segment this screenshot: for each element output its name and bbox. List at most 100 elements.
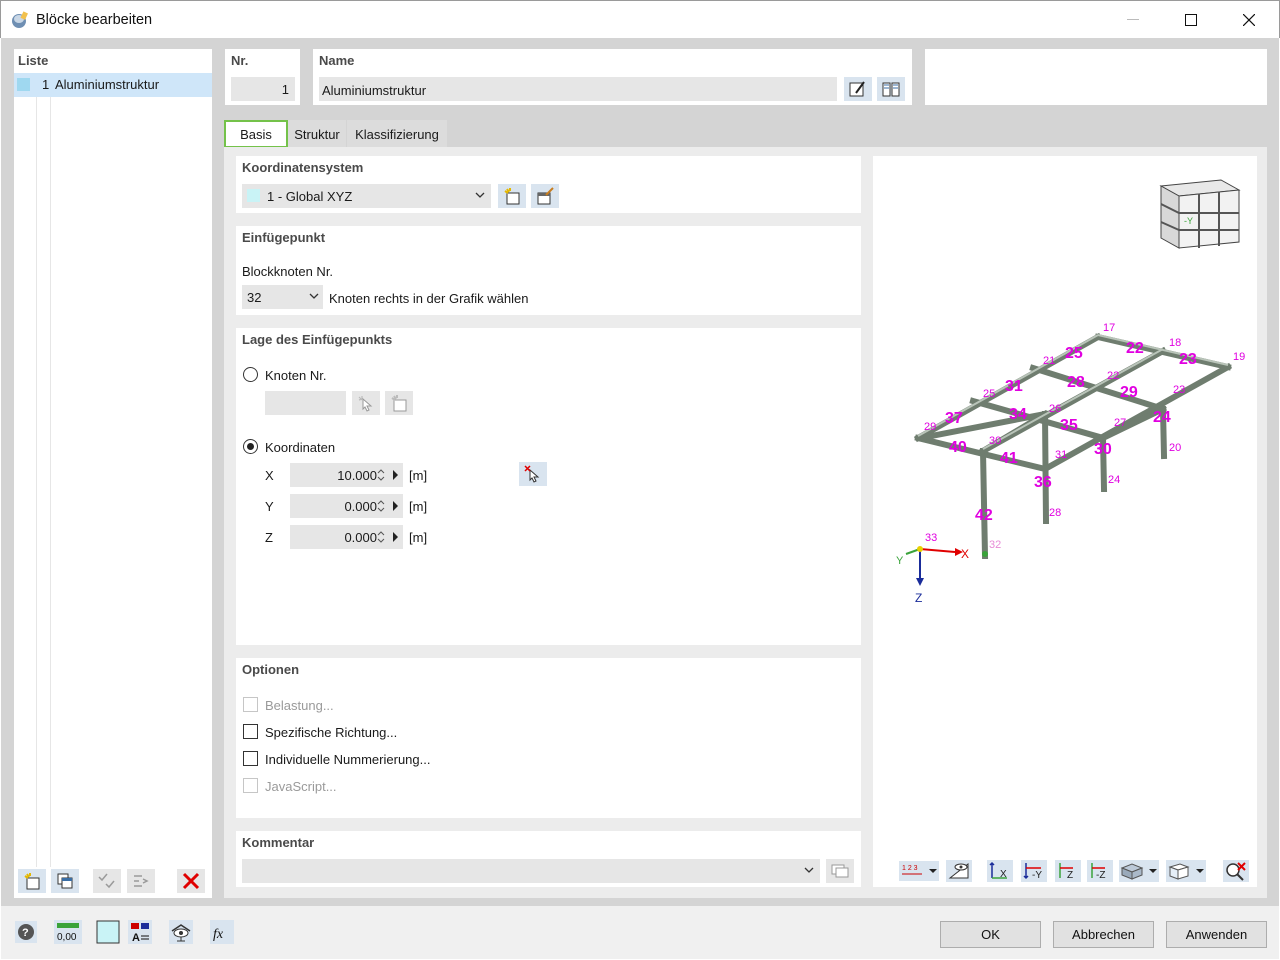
checkmarks-icon (98, 873, 115, 889)
reset-selection-button[interactable] (1222, 858, 1250, 884)
render-mode-icon (1119, 860, 1159, 882)
close-button[interactable] (1220, 1, 1278, 39)
tree-guide (36, 97, 37, 867)
member-label: 24 (1153, 409, 1171, 426)
pick-coordinates-button[interactable] (519, 462, 547, 486)
check-all-button[interactable] (93, 869, 121, 893)
list-item-color-swatch (17, 78, 30, 91)
renumber-button[interactable] (127, 869, 155, 893)
view-z-button[interactable]: Z (1054, 858, 1082, 884)
view-x-button[interactable]: X (986, 858, 1014, 884)
node-label: 30 (989, 435, 1001, 447)
maximize-button[interactable] (1162, 1, 1220, 39)
ok-button[interactable]: OK (940, 921, 1041, 948)
comment-input[interactable] (242, 859, 820, 883)
name-field[interactable]: Aluminiumstruktur (319, 77, 837, 101)
coord-x-value: 10.000 (337, 467, 377, 483)
javascript-checkbox[interactable] (243, 778, 258, 793)
display-box-icon (1166, 860, 1206, 882)
block-node-select[interactable]: 32 (242, 285, 323, 309)
cancel-button[interactable]: Abbrechen (1053, 921, 1154, 948)
node-number-radio[interactable] (243, 367, 258, 382)
name-panel: Name Aluminiumstruktur (313, 49, 912, 105)
copy-block-button[interactable] (51, 869, 79, 893)
node-label: 23 (1173, 384, 1185, 396)
member-label: 42 (975, 507, 993, 524)
coord-z-input[interactable]: 0.000 (290, 525, 403, 549)
color-button[interactable] (95, 918, 121, 946)
coordinate-system-value: 1 - Global XYZ (267, 189, 353, 204)
node-number-field[interactable] (265, 391, 346, 415)
coord-y-input[interactable]: 0.000 (290, 494, 403, 518)
chevron-right-icon[interactable] (392, 532, 399, 542)
list-item-number: 1 (42, 77, 50, 92)
units-button[interactable]: 0,00 (53, 918, 83, 946)
list-item[interactable]: 1 Aluminiumstruktur (14, 73, 212, 97)
tab-basis[interactable]: Basis (224, 120, 288, 148)
options-panel: Optionen Belastung... Spezifische Richtu… (236, 658, 861, 818)
copy-icon (831, 864, 849, 878)
graphic-panel[interactable]: -Y X Z Y 33 32 17 18 19 20 21 22 23 24 2… (873, 156, 1257, 887)
node-label: 20 (1169, 442, 1181, 454)
app-icon (12, 11, 28, 28)
tab-struktur[interactable]: Struktur (288, 120, 346, 148)
specific-direction-checkbox[interactable] (243, 724, 258, 739)
svg-text:Z: Z (1067, 870, 1073, 881)
pick-node-button[interactable] (352, 391, 380, 415)
loading-checkbox[interactable] (243, 697, 258, 712)
chevron-right-icon[interactable] (392, 470, 399, 480)
view-cube[interactable]: -Y (1159, 179, 1241, 249)
coord-z-unit: [m] (409, 530, 428, 545)
insert-node-label: 32 (989, 539, 1001, 551)
new-block-button[interactable] (18, 869, 46, 893)
display-box-button[interactable] (1164, 858, 1208, 884)
coordinate-system-swatch (247, 189, 260, 202)
title-bar: Blöcke bearbeiten (0, 0, 1280, 38)
render-mode-button[interactable] (1118, 858, 1160, 884)
member-label: 22 (1126, 340, 1144, 357)
library-button[interactable] (877, 77, 905, 101)
visibility-button[interactable] (945, 858, 973, 884)
numbering-icon: 1 2 3 (899, 861, 939, 881)
individual-numbering-checkbox[interactable] (243, 751, 258, 766)
node-labels: 17 18 19 20 21 22 23 24 25 26 27 28 29 3… (924, 322, 1245, 519)
list-item-label: Aluminiumstruktur (55, 77, 160, 92)
svg-text:?: ? (22, 927, 29, 939)
edit-coordinate-system-button[interactable] (531, 184, 559, 208)
new-node-button[interactable] (385, 391, 413, 415)
view-minus-y-icon: -Y (1021, 860, 1047, 882)
axis-z-label: Z (915, 591, 922, 605)
structure-graphic: -Y X Z Y 33 32 17 18 19 20 21 22 23 24 2… (896, 179, 1245, 605)
edit-pencil-icon (849, 81, 865, 97)
edit-item-icon (537, 187, 554, 205)
apply-button[interactable]: Anwenden (1166, 921, 1267, 948)
comment-library-button[interactable] (826, 859, 854, 883)
tab-klassifizierung[interactable]: Klassifizierung (347, 120, 447, 148)
list-header: Liste (18, 53, 49, 68)
numbering-button[interactable]: 1 2 3 (897, 858, 941, 884)
close-icon (1243, 14, 1255, 26)
formula-button[interactable]: fx (208, 918, 236, 946)
delete-button[interactable] (177, 869, 205, 893)
spin-arrows-icon[interactable] (377, 468, 385, 482)
text-format-button[interactable]: A (126, 918, 154, 946)
minimize-button[interactable] (1104, 1, 1162, 39)
coordinates-radio[interactable] (243, 439, 258, 454)
comment-title: Kommentar (242, 835, 315, 850)
help-button[interactable]: ? (12, 918, 40, 946)
spin-arrows-icon[interactable] (377, 499, 385, 513)
chevron-right-icon[interactable] (392, 501, 399, 511)
coord-z-value: 0.000 (344, 529, 377, 545)
view-minus-y-button[interactable]: -Y (1020, 858, 1048, 884)
number-field[interactable]: 1 (231, 77, 295, 101)
coordinate-system-select[interactable]: 1 - Global XYZ (242, 184, 491, 208)
coord-x-input[interactable]: 10.000 (290, 463, 403, 487)
spin-arrows-icon[interactable] (377, 530, 385, 544)
block-node-label: Blockknoten Nr. (242, 264, 334, 279)
new-coordinate-system-button[interactable] (498, 184, 526, 208)
view-button[interactable] (167, 918, 195, 946)
insert-node-marker[interactable] (982, 551, 988, 557)
number-label: Nr. (231, 53, 249, 68)
edit-name-button[interactable] (844, 77, 872, 101)
view-minus-z-button[interactable]: -Z (1086, 858, 1114, 884)
